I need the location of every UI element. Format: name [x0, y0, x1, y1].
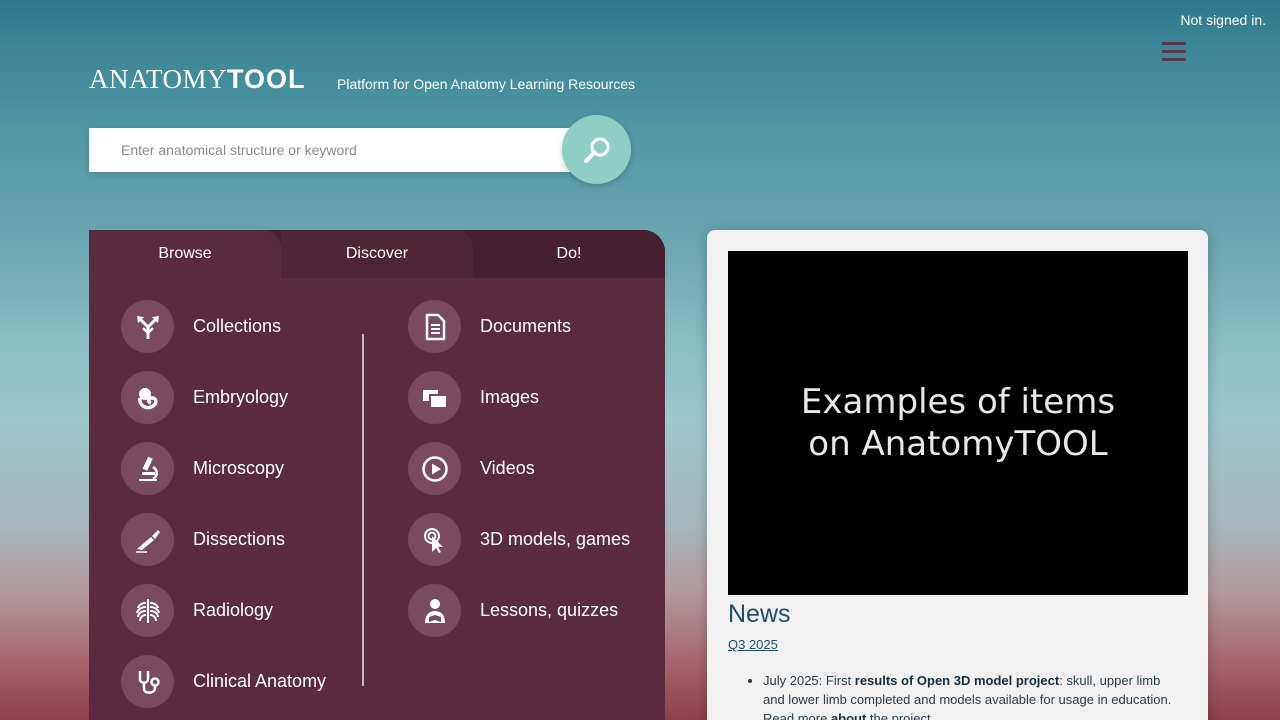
- list-item: July 2025: First results of Open 3D mode…: [763, 671, 1183, 720]
- logo-bold-text: TOOL: [227, 64, 306, 94]
- microscope-icon: [138, 456, 158, 481]
- browse-item-label: Lessons, quizzes: [480, 600, 619, 620]
- browse-panel: Browse Discover Do! Collections Embryolo…: [89, 230, 665, 720]
- browse-item-clinical-anatomy[interactable]: Clinical Anatomy: [121, 655, 326, 708]
- browse-item-label: Documents: [480, 316, 572, 336]
- browse-item-label: Radiology: [193, 600, 274, 620]
- browse-item-label: Clinical Anatomy: [193, 671, 327, 691]
- examples-video[interactable]: Examples of items on AnatomyTOOL: [728, 251, 1188, 595]
- browse-left-column: Collections Embryology Microscopy Dissec…: [121, 300, 326, 720]
- news-card: Examples of items on AnatomyTOOL News Q3…: [707, 230, 1208, 720]
- browse-item-3d-models[interactable]: 3D models, games: [408, 513, 630, 566]
- browse-item-lessons[interactable]: Lessons, quizzes: [408, 584, 630, 637]
- video-title-text: Examples of items on AnatomyTOOL: [800, 382, 1116, 464]
- tab-discover[interactable]: Discover: [281, 230, 473, 278]
- news-item-prefix: July 2025: First: [763, 673, 855, 688]
- browse-item-label: Dissections: [193, 529, 286, 549]
- menu-icon[interactable]: [1162, 42, 1186, 64]
- tagline: Platform for Open Anatomy Learning Resou…: [337, 76, 636, 92]
- search-button[interactable]: [562, 115, 631, 184]
- news-period-link[interactable]: Q3 2025: [728, 637, 778, 652]
- play-icon: [421, 455, 448, 482]
- pointer-click-icon: [423, 527, 443, 553]
- browse-item-microscopy[interactable]: Microscopy: [121, 442, 326, 495]
- scalpel-icon: [135, 529, 160, 553]
- search-input[interactable]: [89, 128, 579, 172]
- browse-item-videos[interactable]: Videos: [408, 442, 630, 495]
- student-icon: [424, 598, 445, 623]
- column-divider: [362, 334, 364, 686]
- stethoscope-icon: [138, 670, 160, 694]
- news-heading: News: [728, 600, 791, 628]
- arrows-split-icon: [136, 315, 159, 339]
- news-item-link[interactable]: results of Open 3D model project: [855, 673, 1059, 688]
- browse-item-label: Videos: [480, 458, 535, 478]
- ribcage-icon: [135, 598, 160, 623]
- browse-item-label: Collections: [193, 316, 282, 336]
- browse-item-dissections[interactable]: Dissections: [121, 513, 326, 566]
- browse-item-images[interactable]: Images: [408, 371, 630, 424]
- browse-item-radiology[interactable]: Radiology: [121, 584, 326, 637]
- browse-item-label: 3D models, games: [480, 529, 631, 549]
- search-icon: [583, 137, 609, 163]
- images-icon: [422, 389, 448, 409]
- document-icon: [425, 313, 445, 340]
- browse-right-column: Documents Images Videos 3D models, games…: [408, 300, 630, 655]
- browse-item-embryology[interactable]: Embryology: [121, 371, 326, 424]
- tab-browse[interactable]: Browse: [89, 230, 281, 278]
- news-list: July 2025: First results of Open 3D mode…: [763, 671, 1183, 720]
- browse-item-label: Embryology: [193, 387, 289, 407]
- tab-do[interactable]: Do!: [473, 230, 665, 278]
- signin-status: Not signed in.: [1180, 12, 1266, 28]
- logo-light-text: ANATOMY: [89, 64, 228, 94]
- browse-item-label: Microscopy: [193, 458, 285, 478]
- browse-item-collections[interactable]: Collections: [121, 300, 326, 353]
- news-item-suffix: the project.: [866, 711, 935, 720]
- browse-item-label: Images: [480, 387, 540, 407]
- tab-bar: Browse Discover Do!: [89, 230, 665, 278]
- embryo-icon: [137, 387, 158, 409]
- browse-item-documents[interactable]: Documents: [408, 300, 630, 353]
- about-link[interactable]: about: [831, 711, 866, 720]
- logo[interactable]: ANATOMYTOOL: [89, 64, 306, 95]
